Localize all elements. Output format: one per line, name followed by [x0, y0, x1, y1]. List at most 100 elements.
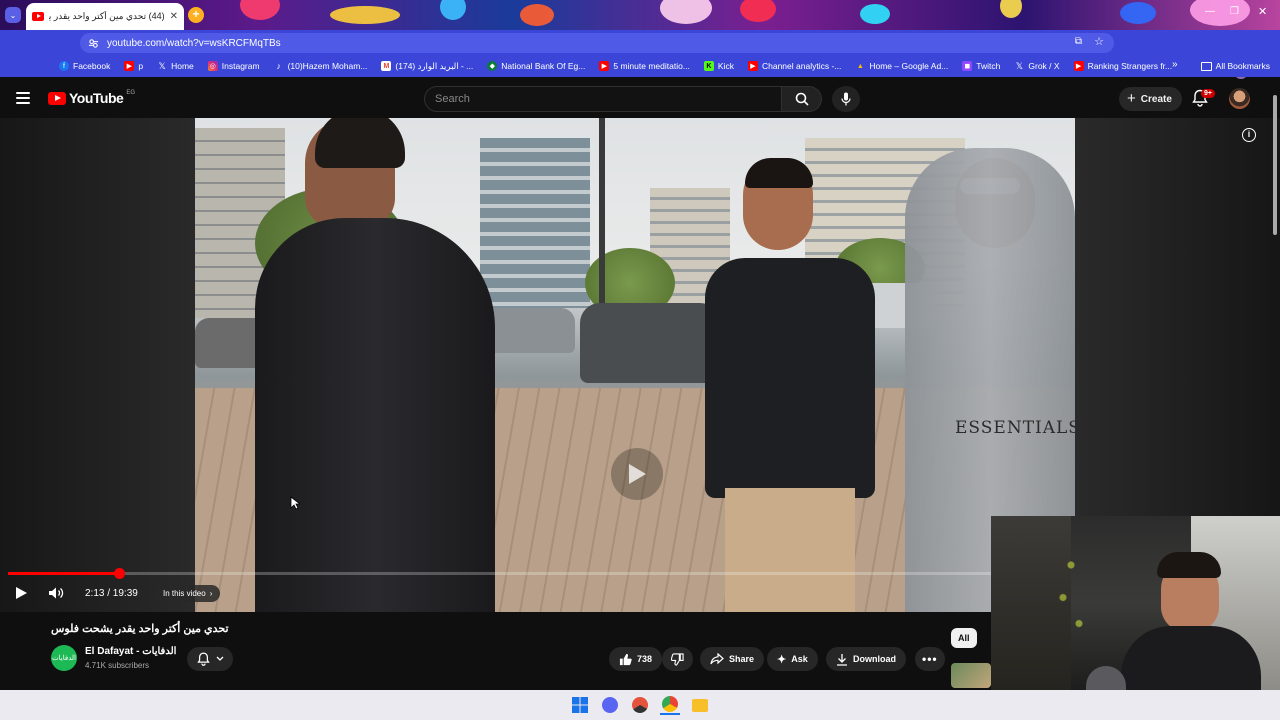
bookmark-item[interactable]: ▶ p [117, 55, 150, 77]
bookmark-star-icon[interactable]: ☆ [1094, 35, 1104, 48]
new-tab-button[interactable]: + [188, 7, 204, 23]
bookmark-item[interactable]: ▶ 5 minute meditatio... [592, 55, 697, 77]
microphone-icon [841, 92, 851, 106]
x-icon: 𝕏 [158, 60, 166, 71]
bookmark-label: Home [171, 61, 194, 71]
bookmark-item[interactable]: ▶ Channel analytics -... [741, 55, 848, 77]
progress-bar[interactable] [8, 568, 993, 579]
country-code: EG [126, 90, 135, 96]
info-icon[interactable]: i [1242, 128, 1256, 142]
bookmark-label: Channel analytics -... [761, 61, 842, 71]
person-tshirt [705, 258, 875, 498]
youtube-header: YouTube EG + Create [0, 80, 1280, 118]
search-icon [795, 92, 809, 106]
mute-button[interactable] [48, 586, 64, 605]
taskbar-app[interactable] [600, 695, 620, 715]
play-icon [16, 587, 27, 599]
streamer-hair [1157, 552, 1221, 578]
bookmark-item[interactable]: M (174) البريد الوارد - ... [374, 55, 480, 77]
logo-text: YouTube [69, 90, 124, 106]
youtube-icon: ▶ [1073, 61, 1084, 71]
bookmark-item[interactable]: K Kick [697, 55, 741, 77]
voice-search-button[interactable] [832, 86, 860, 112]
taskbar-app[interactable] [690, 695, 710, 715]
video-frame[interactable]: ESSENTIALS [195, 118, 1075, 612]
install-app-icon[interactable]: ⧉ [1075, 36, 1082, 47]
channel-name[interactable]: El Dafayat - الدفايات [85, 646, 176, 657]
bookmark-item[interactable]: ◼ Twitch [955, 55, 1007, 77]
share-icon [710, 653, 724, 665]
menu-icon[interactable] [16, 92, 30, 104]
tiktok-icon: ♪ [276, 61, 281, 71]
bookmark-label: Grok / X [1028, 61, 1060, 71]
more-actions-button[interactable]: ••• [915, 647, 945, 671]
search-input[interactable] [435, 93, 755, 105]
bookmark-item[interactable]: 𝕏 Home [150, 55, 201, 77]
search-button[interactable] [782, 86, 822, 112]
windows-start-button[interactable] [570, 695, 590, 715]
window-close-icon[interactable]: ✕ [1258, 5, 1267, 18]
taskbar-app-active[interactable] [660, 695, 680, 715]
notification-badge: 9+ [1201, 89, 1215, 98]
create-label: Create [1140, 93, 1172, 105]
bookmark-label: 5 minute meditatio... [613, 61, 690, 71]
bookmark-item[interactable]: ◎ Instagram [201, 55, 267, 77]
google-ads-icon: ▲ [856, 62, 864, 70]
like-button[interactable]: 738 [609, 647, 663, 671]
play-button[interactable] [14, 586, 28, 605]
create-button[interactable]: + Create [1119, 87, 1182, 111]
chapters-button[interactable]: In this video › [155, 585, 221, 602]
x-icon: 𝕏 [1015, 60, 1023, 71]
bookmark-item[interactable]: 𝕏 Grok / X [1007, 55, 1066, 77]
bookmark-label: (174) البريد الوارد - ... [395, 60, 474, 71]
discord-icon [602, 697, 618, 713]
tab-search-button[interactable]: ⌄ [5, 7, 21, 23]
fairy-lights [1051, 526, 1091, 656]
page-scrollbar[interactable] [1273, 95, 1277, 235]
all-bookmarks-button[interactable]: All Bookmarks [1200, 55, 1270, 77]
channel-avatar[interactable]: الدفايات [51, 645, 77, 671]
dislike-button[interactable] [662, 647, 693, 671]
ask-label: Ask [791, 654, 808, 664]
ask-button[interactable]: ✦ Ask [767, 647, 818, 671]
bookmark-item[interactable]: ♪ (10)Hazem Moham... [267, 55, 375, 77]
bookmark-item[interactable]: f Facebook [52, 55, 117, 77]
youtube-logo[interactable]: YouTube EG [48, 90, 135, 106]
minimize-icon[interactable]: — [1205, 6, 1215, 17]
bookmark-label: Instagram [221, 61, 260, 71]
center-play-button[interactable] [611, 448, 663, 500]
account-avatar[interactable] [1229, 88, 1250, 109]
taskbar-app[interactable] [630, 695, 650, 715]
search-box[interactable] [424, 86, 782, 112]
more-bookmarks-icon[interactable]: » [1172, 59, 1178, 70]
youtube-icon: ▶ [124, 61, 135, 71]
address-bar[interactable]: youtube.com/watch?v=wsKRCFMqTBs ⧉ ☆ [80, 33, 1114, 53]
bookmark-label: Twitch [976, 61, 1001, 71]
theme-decoration [1190, 0, 1250, 26]
tab-title: (44) تحدي مين أكتر واحد يقدر يشحت فلوس [49, 11, 165, 21]
tab-close-icon[interactable]: ✕ [170, 11, 178, 22]
chair [1086, 666, 1126, 690]
bookmark-label: Kick [717, 61, 734, 71]
bookmark-item[interactable]: ▶ Ranking Strangers fr... [1067, 55, 1180, 77]
share-button[interactable]: Share [700, 647, 765, 671]
bookmark-item[interactable]: ◆ National Bank Of Eg... [480, 55, 592, 77]
theme-decoration [1000, 0, 1022, 18]
tab-active[interactable]: (44) تحدي مين أكتر واحد يقدر يشحت فلوس ✕ [26, 3, 184, 30]
building [480, 138, 590, 308]
subscription-bell-button[interactable] [187, 647, 233, 671]
recommended-video-thumbnail[interactable] [951, 663, 991, 688]
play-icon [629, 464, 646, 484]
instagram-icon: ◎ [207, 61, 218, 71]
subscriber-count: 4.71K subscribers [85, 661, 150, 670]
filter-chip-all[interactable]: All [951, 628, 977, 648]
maximize-icon[interactable]: ❐ [1230, 6, 1239, 17]
bookmark-item[interactable]: ▲ Home – Google Ad... [848, 55, 955, 77]
time-display: 2:13 / 19:39 [85, 588, 138, 599]
bookmark-label: p [138, 61, 144, 71]
video-title: تحدي مين أكتر واحد يقدر يشحت فلوس [51, 623, 229, 635]
download-button[interactable]: Download [826, 647, 906, 671]
thumbs-up-icon [619, 653, 632, 665]
site-settings-icon[interactable] [88, 38, 99, 49]
mouse-cursor-icon [290, 496, 300, 510]
